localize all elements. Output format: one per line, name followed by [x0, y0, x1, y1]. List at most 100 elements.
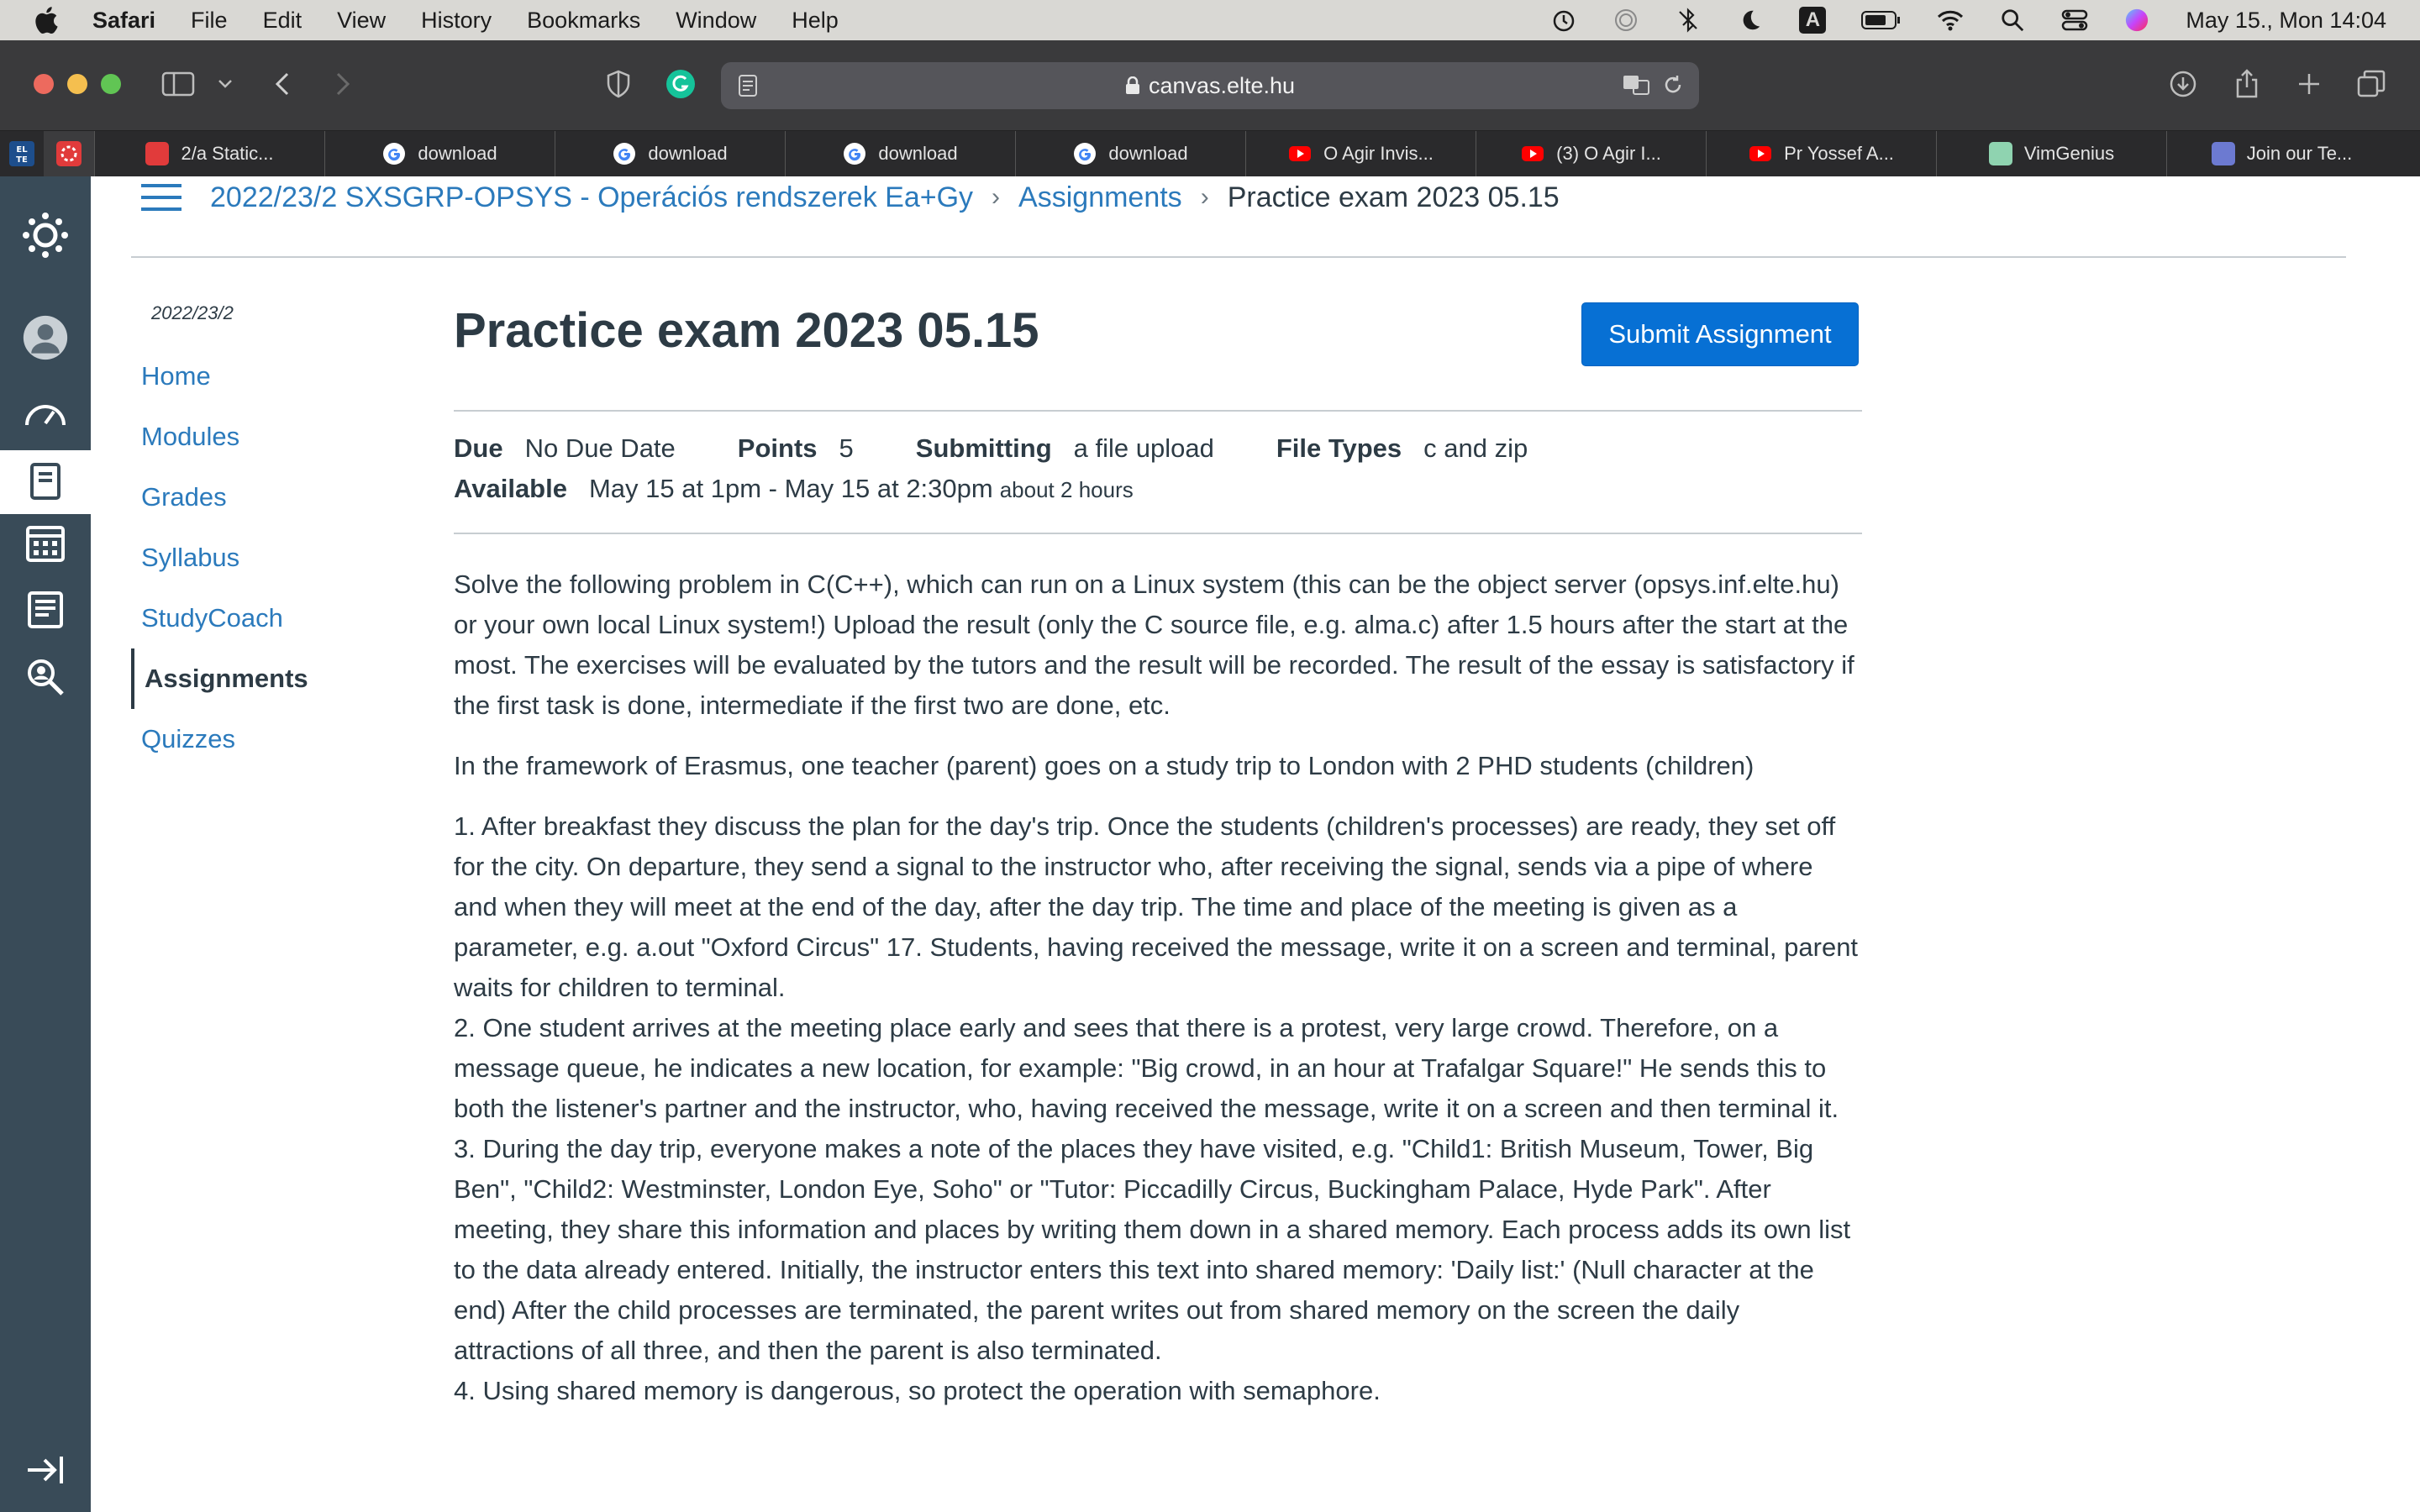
menu-clock[interactable]: May 15., Mon 14:04	[2186, 8, 2386, 34]
details-divider	[454, 533, 1862, 534]
siri-icon[interactable]	[2123, 7, 2150, 34]
tab-label: download	[648, 143, 728, 164]
moon-icon[interactable]	[1737, 7, 1764, 34]
translate-icon[interactable]	[1622, 72, 1652, 103]
tab-label: Join our Te...	[2246, 143, 2353, 164]
breadcrumb-current: Practice exam 2023 05.15	[1227, 181, 1560, 213]
tab-label: Pr Yossef A...	[1784, 143, 1894, 164]
wifi-icon[interactable]	[1937, 7, 1964, 34]
address-bar[interactable]: canvas.elte.hu	[721, 62, 1699, 109]
course-nav-assignments[interactable]: Assignments	[131, 648, 308, 709]
course-nav-modules[interactable]: Modules	[141, 422, 239, 452]
window-zoom-button[interactable]	[101, 74, 121, 94]
menu-file[interactable]: File	[191, 8, 228, 34]
submitting-value: a file upload	[1073, 433, 1214, 463]
submitting-label: Submitting	[915, 433, 1052, 463]
course-nav-home[interactable]: Home	[141, 361, 211, 391]
course-nav-syllabus[interactable]: Syllabus	[141, 543, 239, 573]
available-value: May 15 at 1pm - May 15 at 2:30pm	[588, 474, 993, 503]
breadcrumb-course-link[interactable]: 2022/23/2 SXSGRP-OPSYS - Operációs rends…	[210, 181, 973, 214]
input-source-icon[interactable]: A	[1799, 7, 1827, 34]
airdrop-icon[interactable]	[1612, 7, 1639, 34]
tab-overview-icon[interactable]	[2354, 67, 2388, 101]
tab-item[interactable]: download	[1015, 131, 1245, 176]
tab-item[interactable]: download	[324, 131, 555, 176]
title-divider	[454, 410, 1862, 412]
tab-item[interactable]: download	[555, 131, 785, 176]
collapse-nav-icon[interactable]	[22, 1446, 69, 1494]
points-value: 5	[839, 433, 854, 463]
task-3: 3. During the day trip, everyone makes a…	[454, 1134, 1851, 1365]
share-icon[interactable]	[2230, 67, 2264, 101]
new-tab-icon[interactable]	[2292, 67, 2326, 101]
description-scenario: In the framework of Erasmus, one teacher…	[454, 751, 1754, 780]
calendar-icon[interactable]	[22, 519, 69, 566]
breadcrumb-assignments-link[interactable]: Assignments	[1018, 181, 1182, 214]
menu-help[interactable]: Help	[792, 8, 839, 34]
google-favicon	[843, 142, 866, 165]
inbox-icon[interactable]	[22, 586, 69, 633]
menu-view[interactable]: View	[337, 8, 386, 34]
google-favicon	[382, 142, 406, 165]
breadcrumb-separator-icon: ›	[1200, 183, 1209, 211]
menu-edit[interactable]: Edit	[263, 8, 302, 34]
tab-bar: EL TE 2/a Static... download download dow…	[0, 131, 2420, 176]
forward-icon[interactable]	[326, 67, 360, 101]
window-close-button[interactable]	[34, 74, 54, 94]
menu-app-name[interactable]: Safari	[92, 8, 155, 34]
hamburger-menu-icon[interactable]	[139, 181, 183, 214]
browser-toolbar: canvas.elte.hu	[0, 40, 2420, 131]
tab-label: download	[418, 143, 497, 164]
downloads-icon[interactable]	[2166, 67, 2200, 101]
youtube-favicon	[1521, 142, 1544, 165]
privacy-shield-icon[interactable]	[602, 67, 635, 101]
tab-item[interactable]: 2/a Static...	[94, 131, 324, 176]
reader-view-icon[interactable]	[738, 74, 758, 103]
reload-icon[interactable]	[1662, 74, 1684, 102]
due-label: Due	[454, 433, 503, 463]
file-types-label: File Types	[1276, 433, 1402, 463]
commons-search-icon[interactable]	[22, 654, 69, 701]
course-nav-grades[interactable]: Grades	[141, 482, 227, 512]
control-center-icon[interactable]	[2061, 7, 2088, 34]
page-title: Practice exam 2023 05.15	[454, 303, 1039, 358]
pinned-tab-canvas[interactable]	[44, 131, 94, 176]
battery-icon[interactable]	[1861, 7, 1902, 34]
courses-icon[interactable]	[0, 450, 91, 514]
course-term: 2022/23/2	[151, 302, 234, 323]
sidebar-toggle-icon[interactable]	[161, 67, 195, 101]
chevron-down-icon[interactable]	[208, 67, 242, 101]
tab-item[interactable]: Join our Te...	[2166, 131, 2396, 176]
grid-favicon	[2211, 142, 2235, 165]
tab-item[interactable]: O Agir Invis...	[1245, 131, 1476, 176]
apple-menu-icon[interactable]	[32, 4, 64, 36]
points-label: Points	[737, 433, 818, 463]
vimgenius-favicon	[1988, 142, 2012, 165]
submit-assignment-button[interactable]: Submit Assignment	[1581, 302, 1859, 366]
window-minimize-button[interactable]	[67, 74, 87, 94]
dashboard-icon[interactable]	[22, 388, 69, 435]
url-text: canvas.elte.hu	[1148, 72, 1296, 98]
grammarly-extension-icon[interactable]	[664, 67, 697, 101]
menu-history[interactable]: History	[421, 8, 492, 34]
task-2: 2. One student arrives at the meeting pl…	[454, 1013, 1839, 1123]
global-nav	[0, 176, 91, 1512]
back-icon[interactable]	[266, 67, 299, 101]
tab-item[interactable]: (3) O Agir I...	[1476, 131, 1706, 176]
timer-icon[interactable]	[1550, 7, 1577, 34]
course-nav-quizzes[interactable]: Quizzes	[141, 724, 235, 754]
tab-item[interactable]: Pr Yossef A...	[1706, 131, 1936, 176]
bluetooth-off-icon[interactable]	[1675, 7, 1702, 34]
menu-window[interactable]: Window	[676, 8, 756, 34]
canvas-logo-icon[interactable]	[22, 212, 69, 259]
spotlight-search-icon[interactable]	[1999, 7, 2026, 34]
tab-item[interactable]: VimGenius	[1936, 131, 2166, 176]
menu-bookmarks[interactable]: Bookmarks	[527, 8, 640, 34]
course-nav-studycoach[interactable]: StudyCoach	[141, 603, 283, 633]
tab-item[interactable]: download	[785, 131, 1015, 176]
youtube-favicon	[1749, 142, 1772, 165]
account-avatar-icon[interactable]	[22, 314, 69, 361]
tab-label: O Agir Invis...	[1323, 143, 1434, 164]
pinned-tab-elte[interactable]: EL TE	[0, 131, 44, 176]
youtube-favicon	[1288, 142, 1312, 165]
